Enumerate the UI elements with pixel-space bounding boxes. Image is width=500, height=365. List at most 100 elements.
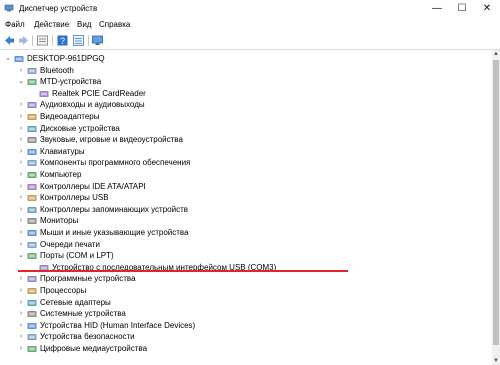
sound-icon <box>27 136 37 144</box>
tree-item-label: Звуковые, игровые и видеоустройства <box>40 135 183 145</box>
tree-item[interactable]: › Bluetooth <box>0 65 490 77</box>
expand-chevron-icon[interactable]: › <box>17 204 25 216</box>
tree-item[interactable]: › Устройства HID (Human Interface Devices… <box>0 320 490 332</box>
tree-item[interactable]: › Устройства безопасности <box>0 331 490 343</box>
tree-item-label: DESKTOP-961DPGQ <box>27 54 105 63</box>
tree-item-label: Видеоадаптеры <box>40 112 100 121</box>
menu-view[interactable]: Вид <box>77 20 91 29</box>
tree-item[interactable]: › Мониторы <box>0 215 490 227</box>
expand-chevron-icon[interactable]: › <box>17 134 25 146</box>
tree-item[interactable]: › Дисковые устройства <box>0 123 490 135</box>
maximize-button[interactable]: ☐ <box>449 0 475 17</box>
tree-item[interactable]: › Очереди печати <box>0 239 490 251</box>
expand-chevron-icon[interactable]: › <box>17 146 25 158</box>
disk-drive-icon <box>27 125 37 133</box>
scroll-down-arrow[interactable]: ▼ <box>492 357 500 365</box>
computer-icon <box>27 171 37 179</box>
monitor-icon <box>27 217 37 225</box>
tree-item[interactable]: › Клавиатуры <box>0 146 490 158</box>
tree-item-label: Контроллеры IDE ATA/ATAPI <box>40 181 146 191</box>
tree-item[interactable]: › Компоненты программного обеспечения <box>0 157 490 169</box>
tree-item-label: MTD-устройства <box>40 77 102 87</box>
device-tree: ⌄ DESKTOP-961DPGQ › Bluetooth ⌄ MTD-устройств… <box>0 50 492 365</box>
menu-action[interactable]: Действие <box>34 20 69 29</box>
close-button[interactable]: ✕ <box>474 0 500 17</box>
minimize-button[interactable]: — <box>424 0 450 17</box>
menu-bar: Файл Действие Вид Справка <box>0 17 500 32</box>
software-device-icon <box>27 275 37 283</box>
expand-chevron-icon[interactable]: › <box>17 65 25 77</box>
tree-item-label: Сетевые адаптеры <box>40 297 111 307</box>
expand-chevron-icon[interactable]: › <box>17 285 25 297</box>
collapse-chevron-icon[interactable]: ⌄ <box>17 250 25 262</box>
vertical-scrollbar[interactable]: ▲ ▼ <box>492 50 500 365</box>
tree-child-item[interactable]: Realtek PCIE CardReader <box>0 88 490 100</box>
tree-item-label: Мониторы <box>40 216 79 226</box>
back-arrow-icon[interactable] <box>3 34 16 47</box>
network-adapter-icon <box>27 299 37 307</box>
expand-chevron-icon[interactable]: › <box>17 331 25 343</box>
tree-item-label: Порты (COM и LPT) <box>40 251 114 261</box>
expand-chevron-icon[interactable]: › <box>17 273 25 285</box>
expand-chevron-icon[interactable]: › <box>17 297 25 309</box>
scroll-up-arrow[interactable]: ▲ <box>492 50 500 58</box>
tree-item[interactable]: › Сетевые адаптеры <box>0 297 490 309</box>
tree-item-label: Клавиатуры <box>40 146 85 156</box>
tree-item[interactable]: › Цифровые медиаустройства <box>0 343 490 355</box>
forward-arrow-icon[interactable] <box>17 34 30 47</box>
menu-help[interactable]: Справка <box>99 20 130 29</box>
ide-controller-icon <box>27 183 37 191</box>
security-device-icon <box>27 333 37 341</box>
port-icon <box>27 252 37 260</box>
tree-root[interactable]: ⌄ DESKTOP-961DPGQ <box>0 53 490 65</box>
monitor-icon[interactable] <box>91 34 104 47</box>
tree-item-label: Процессоры <box>40 286 87 295</box>
tree-item[interactable]: › Программные устройства <box>0 273 490 285</box>
keyboard-icon <box>27 148 37 156</box>
menu-file[interactable]: Файл <box>5 20 25 29</box>
tree-item[interactable]: › Видеоадаптеры <box>0 111 490 123</box>
expand-chevron-icon[interactable]: › <box>17 343 25 355</box>
tree-item[interactable]: › Аудиовходы и аудиовыходы <box>0 99 490 111</box>
collapse-chevron-icon[interactable]: ⌄ <box>4 53 12 65</box>
tree-item-label: Компоненты программного обеспечения <box>40 158 191 168</box>
expand-chevron-icon[interactable]: › <box>17 227 25 239</box>
tree-item[interactable]: › Звуковые, игровые и видеоустройства <box>0 134 490 146</box>
storage-controller-icon <box>27 206 37 214</box>
expand-chevron-icon[interactable]: › <box>17 157 25 169</box>
view-icon[interactable] <box>72 34 85 47</box>
expand-chevron-icon[interactable]: › <box>17 181 25 193</box>
expand-chevron-icon[interactable]: › <box>17 192 25 204</box>
expand-chevron-icon[interactable]: › <box>17 308 25 320</box>
tree-item-label: Bluetooth <box>40 65 74 75</box>
expand-chevron-icon[interactable]: › <box>17 239 25 251</box>
tree-item[interactable]: ⌄ Порты (COM и LPT) <box>0 250 490 262</box>
expand-chevron-icon[interactable]: › <box>17 320 25 332</box>
scrollbar-thumb[interactable] <box>493 60 499 345</box>
tree-item[interactable]: › Компьютер <box>0 169 490 181</box>
tree-item[interactable]: › Системные устройства <box>0 308 490 320</box>
mtd-icon <box>27 78 37 86</box>
card-reader-icon <box>39 90 49 98</box>
expand-chevron-icon[interactable]: › <box>17 215 25 227</box>
svg-text:?: ? <box>60 36 65 46</box>
tree-item[interactable]: ⌄ MTD-устройства <box>0 76 490 88</box>
tree-item[interactable]: › Контроллеры IDE ATA/ATAPI <box>0 181 490 193</box>
tree-item-label: Мыши и иные указывающие устройства <box>40 228 189 237</box>
tree-item[interactable]: › Процессоры <box>0 285 490 297</box>
help-icon[interactable]: ? <box>56 34 69 47</box>
tree-item-label: Дисковые устройства <box>40 123 120 133</box>
tree-item[interactable]: › Мыши и иные указывающие устройства <box>0 227 490 239</box>
properties-icon[interactable] <box>36 34 49 47</box>
tree-item[interactable]: › Контроллеры запоминающих устройств <box>0 204 490 216</box>
tree-item[interactable]: › Контроллеры USB <box>0 192 490 204</box>
expand-chevron-icon[interactable]: › <box>17 169 25 181</box>
tree-item-label: Программные устройства <box>40 274 136 284</box>
collapse-chevron-icon[interactable]: ⌄ <box>17 76 25 88</box>
tree-item-label: Устройства HID (Human Interface Devices) <box>40 320 196 330</box>
highlight-underline <box>18 270 348 272</box>
expand-chevron-icon[interactable]: › <box>17 111 25 123</box>
expand-chevron-icon[interactable]: › <box>17 99 25 111</box>
expand-chevron-icon[interactable]: › <box>17 123 25 135</box>
digital-media-icon <box>27 345 37 353</box>
